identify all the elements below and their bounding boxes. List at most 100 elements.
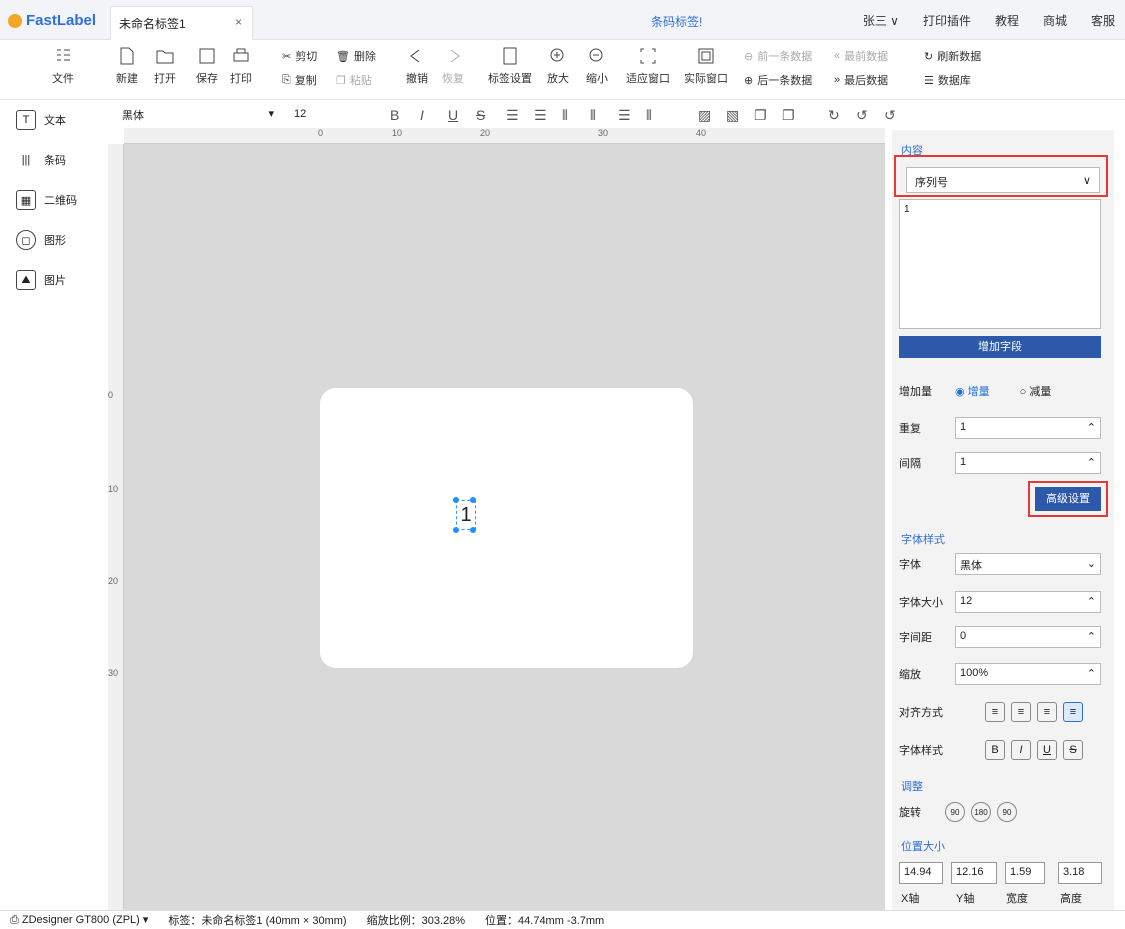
logo-icon — [8, 13, 22, 28]
x-input[interactable]: 14.94 — [899, 862, 943, 884]
size-input[interactable]: 12 — [290, 104, 350, 128]
content-type-select[interactable]: 序列号 ∨ — [906, 167, 1100, 193]
y-input[interactable]: 12.16 — [951, 862, 997, 884]
italic-icon[interactable]: I — [420, 107, 424, 123]
document-tab[interactable]: 未命名标签1 × — [110, 6, 253, 40]
resize-handle[interactable] — [453, 527, 459, 533]
align-center-icon[interactable]: ☰ — [534, 107, 547, 124]
barcode-tool[interactable]: ||| 条码 — [16, 150, 66, 170]
distribute2-icon[interactable]: ⫴ — [590, 107, 596, 124]
bold-icon[interactable]: B — [390, 107, 399, 123]
paste-button[interactable]: ❐ 粘贴 — [336, 72, 372, 88]
fit-window-button[interactable]: 适应窗口 — [626, 46, 670, 86]
last-record-button[interactable]: » 最后数据 — [834, 72, 888, 88]
user-menu[interactable]: 张三 ∨ — [863, 12, 899, 29]
advanced-settings-button[interactable]: 高级设置 — [1035, 487, 1101, 511]
underline-icon[interactable]: U — [1037, 740, 1057, 760]
image-tool[interactable]: ⛰ 图片 — [16, 270, 66, 290]
zoom-in-icon — [550, 48, 564, 62]
left-panel: T 文本 ||| 条码 ▦ 二维码 ◻ 图形 ⛰ 图片 — [0, 100, 108, 910]
printer-select[interactable]: ⎙ ZDesigner GT800 (ZPL) ▾ — [10, 913, 148, 927]
file-button[interactable]: 文件 — [52, 46, 74, 86]
underline-icon[interactable]: U — [448, 107, 458, 123]
next-record-button[interactable]: ⊕ 后一条数据 — [744, 72, 812, 88]
format-bar: 黑体 ▾ 12 B I U S ☰ ☰ ⫴ ⫴ ☰ ⫴ ▨ ▧ ❐ ❐ ↻ ↺ ↺ — [108, 104, 896, 128]
resize-handle[interactable] — [470, 527, 476, 533]
copy-button[interactable]: ⎘ 复制 — [282, 72, 317, 88]
scale-input[interactable]: 100% ⌃ — [955, 663, 1101, 685]
align-left-icon[interactable]: ☰ — [506, 107, 519, 124]
distribute-icon[interactable]: ⫴ — [562, 107, 568, 124]
zoom-out-button[interactable]: 缩小 — [586, 46, 608, 86]
label-canvas[interactable] — [320, 388, 693, 668]
decrement-radio[interactable]: ○ 减量 — [1020, 383, 1052, 399]
layer-icon[interactable]: ▨ — [698, 107, 711, 124]
service-link[interactable]: 客服 — [1091, 12, 1115, 29]
ruler-left: 0 10 20 30 — [108, 144, 124, 910]
repeat-input[interactable]: 1 ⌃ — [955, 417, 1101, 439]
content-textarea[interactable]: 1 — [899, 199, 1101, 329]
back-icon[interactable]: ❐ — [782, 107, 795, 124]
delete-button[interactable]: 🗑 删除 — [336, 48, 376, 64]
serial-element[interactable]: 1 — [456, 500, 476, 530]
mall-link[interactable]: 商城 — [1043, 12, 1067, 29]
text-tool[interactable]: T 文本 — [16, 110, 66, 130]
rotate-180-icon[interactable]: 180 — [971, 802, 991, 822]
new-icon — [120, 47, 134, 65]
width-input[interactable]: 1.59 — [1005, 862, 1045, 884]
open-button[interactable]: 打开 — [154, 46, 176, 86]
rotate180-icon[interactable]: ↺ — [856, 107, 868, 124]
height-input[interactable]: 3.18 — [1058, 862, 1102, 884]
zoom-in-button[interactable]: 放大 — [547, 46, 569, 86]
actual-window-button[interactable]: 实际窗口 — [684, 46, 728, 86]
interval-input[interactable]: 1 ⌃ — [955, 452, 1101, 474]
database-icon: ☰ — [924, 74, 934, 87]
front-icon[interactable]: ❐ — [754, 107, 767, 124]
cut-button[interactable]: ✂ 剪切 — [282, 48, 317, 64]
strike-icon[interactable]: S — [476, 107, 485, 123]
rotate-ccw-icon[interactable]: ↺ — [884, 107, 896, 124]
resize-handle[interactable] — [453, 497, 459, 503]
chevron-down-icon: ▾ — [268, 108, 274, 120]
prev-record-button[interactable]: ⊖ 前一条数据 — [744, 48, 812, 64]
align-center-icon[interactable]: ≡ — [1011, 702, 1031, 722]
trash-icon: 🗑 — [336, 50, 350, 63]
app-logo: FastLabel — [8, 12, 96, 29]
add-field-button[interactable]: 增加字段 — [899, 336, 1101, 358]
align-left-icon[interactable]: ≡ — [985, 702, 1005, 722]
align-bottom-icon[interactable]: ☰ — [618, 107, 631, 124]
save-button[interactable]: 保存 — [196, 46, 218, 86]
bold-icon[interactable]: B — [985, 740, 1005, 760]
shape-tool[interactable]: ◻ 图形 — [16, 230, 66, 250]
distribute3-icon[interactable]: ⫴ — [646, 107, 652, 124]
italic-icon[interactable]: I — [1011, 740, 1031, 760]
paste-icon: ❐ — [336, 74, 346, 87]
tutorial-link[interactable]: 教程 — [995, 12, 1019, 29]
new-button[interactable]: 新建 — [116, 46, 138, 86]
justify-icon[interactable]: ≡ — [1063, 702, 1083, 722]
strike-icon[interactable]: S — [1063, 740, 1083, 760]
font-select[interactable]: 黑体 ▾ — [118, 104, 278, 128]
rotate-icon[interactable]: ↻ — [828, 107, 840, 124]
database-button[interactable]: ☰ 数据库 — [924, 72, 971, 88]
resize-handle[interactable] — [470, 497, 476, 503]
qrcode-tool[interactable]: ▦ 二维码 — [16, 190, 77, 210]
spacing-input[interactable]: 0 ⌃ — [955, 626, 1101, 648]
first-record-button[interactable]: «最前数据 — [834, 48, 888, 64]
redo-button[interactable]: 恢复 — [442, 46, 464, 86]
rotate-90-icon[interactable]: 90 — [945, 802, 965, 822]
refresh-data-button[interactable]: ↻ 刷新数据 — [924, 48, 981, 64]
align-right-icon[interactable]: ≡ — [1037, 702, 1057, 722]
rotate-ccw-90-icon[interactable]: 90 — [997, 802, 1017, 822]
print-plugin-link[interactable]: 打印插件 — [923, 12, 971, 29]
font-select[interactable]: 黑体 ⌄ — [955, 553, 1101, 575]
font-size-input[interactable]: 12 ⌃ — [955, 591, 1101, 613]
close-tab-icon[interactable]: × — [235, 15, 242, 29]
undo-button[interactable]: 撤销 — [406, 46, 428, 86]
layer2-icon[interactable]: ▧ — [726, 107, 739, 124]
double-right-icon: » — [834, 74, 841, 86]
save-icon — [199, 48, 215, 64]
increment-radio[interactable]: ◉ 增量 — [955, 383, 990, 399]
print-button[interactable]: 打印 — [230, 46, 252, 86]
label-settings-button[interactable]: 标签设置 — [488, 46, 532, 86]
